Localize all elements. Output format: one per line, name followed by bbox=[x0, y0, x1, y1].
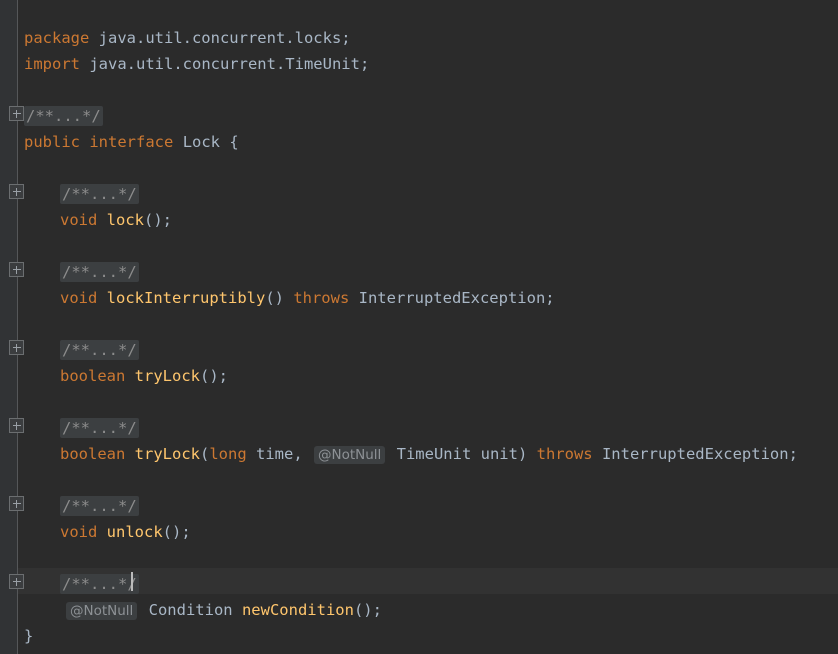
code-line[interactable]: /**...*/ bbox=[60, 337, 139, 363]
fold-marker-newcondition-javadoc[interactable] bbox=[9, 574, 24, 589]
code-token: package bbox=[24, 29, 90, 47]
gutter-separator-line bbox=[17, 0, 18, 654]
code-token: lockInterruptibly bbox=[106, 289, 266, 307]
code-token: TimeUnit unit) bbox=[387, 445, 537, 463]
code-token: boolean bbox=[60, 445, 126, 463]
code-editor[interactable]: package java.util.concurrent.locks; impor… bbox=[0, 0, 838, 654]
code-line[interactable]: void lock(); bbox=[60, 207, 172, 233]
fold-marker-trylock-timed-javadoc[interactable] bbox=[9, 418, 24, 433]
code-token: time, bbox=[246, 445, 312, 463]
folded-javadoc-placeholder[interactable]: /**...*/ bbox=[60, 184, 139, 204]
code-token: InterruptedException; bbox=[592, 445, 798, 463]
code-line[interactable]: @NotNull Condition newCondition(); bbox=[64, 597, 382, 623]
code-token: public bbox=[24, 133, 80, 151]
code-token: } bbox=[24, 627, 34, 645]
code-line[interactable]: } bbox=[24, 623, 33, 649]
notnull-inlay-hint: @NotNull bbox=[66, 602, 138, 620]
fold-marker-trylock-javadoc[interactable] bbox=[9, 340, 24, 355]
folded-javadoc-placeholder[interactable]: /**...*/ bbox=[60, 262, 139, 282]
code-token: Condition bbox=[139, 601, 242, 619]
code-token: throws bbox=[536, 445, 593, 463]
code-token: unlock bbox=[106, 523, 163, 541]
code-token: java.util.concurrent.TimeUnit; bbox=[80, 55, 370, 73]
code-token: void bbox=[60, 211, 98, 229]
code-token: (); bbox=[162, 523, 191, 541]
folded-javadoc-placeholder[interactable]: /**...*/ bbox=[60, 340, 139, 360]
code-line[interactable]: public interface Lock { bbox=[24, 129, 239, 155]
code-line[interactable]: /**...*/ bbox=[60, 571, 139, 597]
folded-javadoc-placeholder[interactable]: /**...*/ bbox=[24, 106, 103, 126]
code-token: tryLock bbox=[134, 445, 200, 463]
code-line[interactable]: /**...*/ bbox=[60, 415, 139, 441]
code-token: () bbox=[265, 289, 294, 307]
code-token: boolean bbox=[60, 367, 126, 385]
code-line[interactable]: /**...*/ bbox=[60, 259, 139, 285]
code-token: java.util.concurrent.locks; bbox=[89, 29, 351, 47]
code-token: Lock bbox=[182, 133, 221, 151]
code-token: newCondition bbox=[241, 601, 354, 619]
code-line[interactable]: void lockInterruptibly() throws Interrup… bbox=[60, 285, 555, 311]
code-line[interactable]: void unlock(); bbox=[60, 519, 191, 545]
code-token: ( bbox=[200, 445, 210, 463]
code-token: (); bbox=[353, 601, 382, 619]
folded-javadoc-placeholder[interactable]: /**...*/ bbox=[60, 418, 139, 438]
fold-marker-lock-javadoc[interactable] bbox=[9, 184, 24, 199]
code-token: void bbox=[60, 523, 98, 541]
code-line[interactable]: boolean tryLock(long time, @NotNull Time… bbox=[60, 441, 798, 467]
code-line[interactable]: package java.util.concurrent.locks; bbox=[24, 25, 351, 51]
code-token: void bbox=[60, 289, 98, 307]
code-line[interactable]: import java.util.concurrent.TimeUnit; bbox=[24, 51, 369, 77]
code-line[interactable]: /**...*/ bbox=[60, 181, 139, 207]
code-token: lock bbox=[106, 211, 144, 229]
code-token: throws bbox=[293, 289, 350, 307]
code-line[interactable]: boolean tryLock(); bbox=[60, 363, 228, 389]
code-line[interactable]: /**...*/ bbox=[60, 493, 139, 519]
code-token: tryLock bbox=[134, 367, 200, 385]
code-token: InterruptedException; bbox=[349, 289, 555, 307]
text-caret bbox=[131, 572, 133, 591]
code-token: { bbox=[220, 133, 239, 151]
fold-marker-class-javadoc[interactable] bbox=[9, 106, 24, 121]
code-token: interface bbox=[89, 133, 174, 151]
code-token: long bbox=[209, 445, 247, 463]
code-token: import bbox=[24, 55, 80, 73]
code-token: (); bbox=[144, 211, 172, 229]
fold-marker-unlock-javadoc[interactable] bbox=[9, 496, 24, 511]
code-surface[interactable]: package java.util.concurrent.locks; impor… bbox=[0, 0, 838, 654]
fold-marker-lockinterruptibly-javadoc[interactable] bbox=[9, 262, 24, 277]
notnull-inlay-hint: @NotNull bbox=[314, 446, 386, 464]
code-line[interactable]: /**...*/ bbox=[24, 103, 103, 129]
folded-javadoc-placeholder[interactable]: /**...*/ bbox=[60, 496, 139, 516]
folded-javadoc-placeholder[interactable]: /**...*/ bbox=[60, 574, 139, 594]
code-token: (); bbox=[200, 367, 228, 385]
